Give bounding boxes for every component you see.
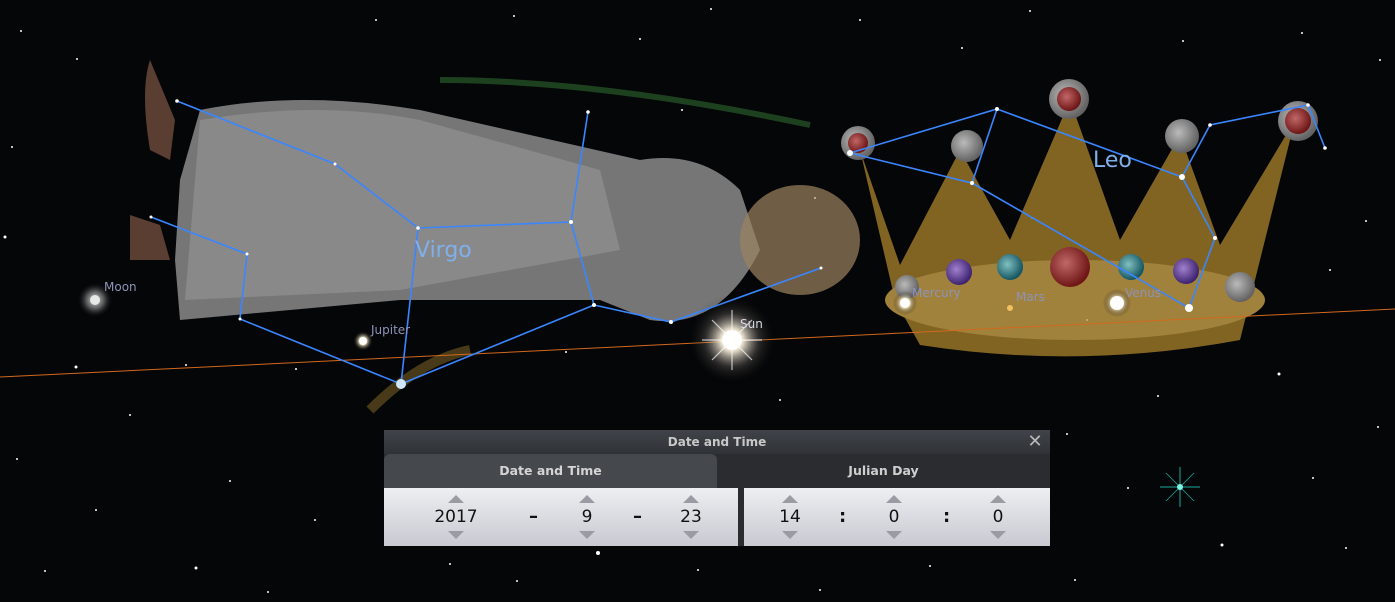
year-up-arrow-icon[interactable] (448, 495, 464, 503)
moon-disk[interactable] (90, 295, 100, 305)
venus-label[interactable]: Venus (1125, 286, 1161, 300)
mercury-disk[interactable] (900, 298, 910, 308)
mars-disk[interactable] (1007, 305, 1013, 311)
close-icon[interactable]: ✕ (1024, 431, 1046, 453)
sun-label[interactable]: Sun (740, 317, 763, 331)
second-down-arrow-icon[interactable] (990, 531, 1006, 539)
hour-value[interactable]: 14 (770, 507, 810, 527)
time-separator-2: : (943, 506, 951, 527)
hour-up-arrow-icon[interactable] (782, 495, 798, 503)
month-spinbox[interactable]: 9 (567, 488, 607, 546)
sun-disk[interactable] (722, 330, 742, 350)
date-separator-1: – (529, 506, 538, 527)
minute-down-arrow-icon[interactable] (886, 531, 902, 539)
virgo-label[interactable]: Virgo (415, 238, 472, 263)
year-down-arrow-icon[interactable] (448, 531, 464, 539)
day-spinbox[interactable]: 23 (671, 488, 711, 546)
month-value[interactable]: 9 (567, 507, 607, 527)
teal-star[interactable] (1160, 467, 1200, 507)
tab-date-and-time[interactable]: Date and Time (384, 454, 717, 488)
jupiter-disk[interactable] (359, 337, 367, 345)
moon-label[interactable]: Moon (104, 280, 137, 294)
minute-up-arrow-icon[interactable] (886, 495, 902, 503)
second-up-arrow-icon[interactable] (990, 495, 1006, 503)
jupiter-label[interactable]: Jupiter (371, 323, 410, 337)
second-spinbox[interactable]: 0 (978, 488, 1018, 546)
month-down-arrow-icon[interactable] (579, 531, 595, 539)
mercury-label[interactable]: Mercury (912, 286, 961, 300)
minute-value[interactable]: 0 (874, 507, 914, 527)
time-separator-1: : (839, 506, 847, 527)
day-value[interactable]: 23 (671, 507, 711, 527)
leo-label[interactable]: Leo (1093, 148, 1132, 173)
time-panel: 14 : 0 : 0 (744, 488, 1050, 546)
second-value[interactable]: 0 (978, 507, 1018, 527)
tab-julian-day[interactable]: Julian Day (717, 454, 1050, 488)
year-spinbox[interactable]: 2017 (426, 488, 486, 546)
date-panel: 2017 – 9 – 23 (384, 488, 738, 546)
date-separator-2: – (633, 506, 642, 527)
date-time-dialog: Date and Time ✕ Date and Time Julian Day… (384, 430, 1050, 546)
hour-down-arrow-icon[interactable] (782, 531, 798, 539)
year-value[interactable]: 2017 (426, 507, 486, 527)
dialog-title-bar[interactable]: Date and Time ✕ (384, 430, 1050, 454)
dialog-title: Date and Time (667, 435, 767, 449)
mars-label[interactable]: Mars (1016, 290, 1045, 304)
month-up-arrow-icon[interactable] (579, 495, 595, 503)
hour-spinbox[interactable]: 14 (770, 488, 810, 546)
day-down-arrow-icon[interactable] (683, 531, 699, 539)
leo-crown-artwork (841, 79, 1318, 357)
minute-spinbox[interactable]: 0 (874, 488, 914, 546)
day-up-arrow-icon[interactable] (683, 495, 699, 503)
venus-disk[interactable] (1110, 296, 1124, 310)
